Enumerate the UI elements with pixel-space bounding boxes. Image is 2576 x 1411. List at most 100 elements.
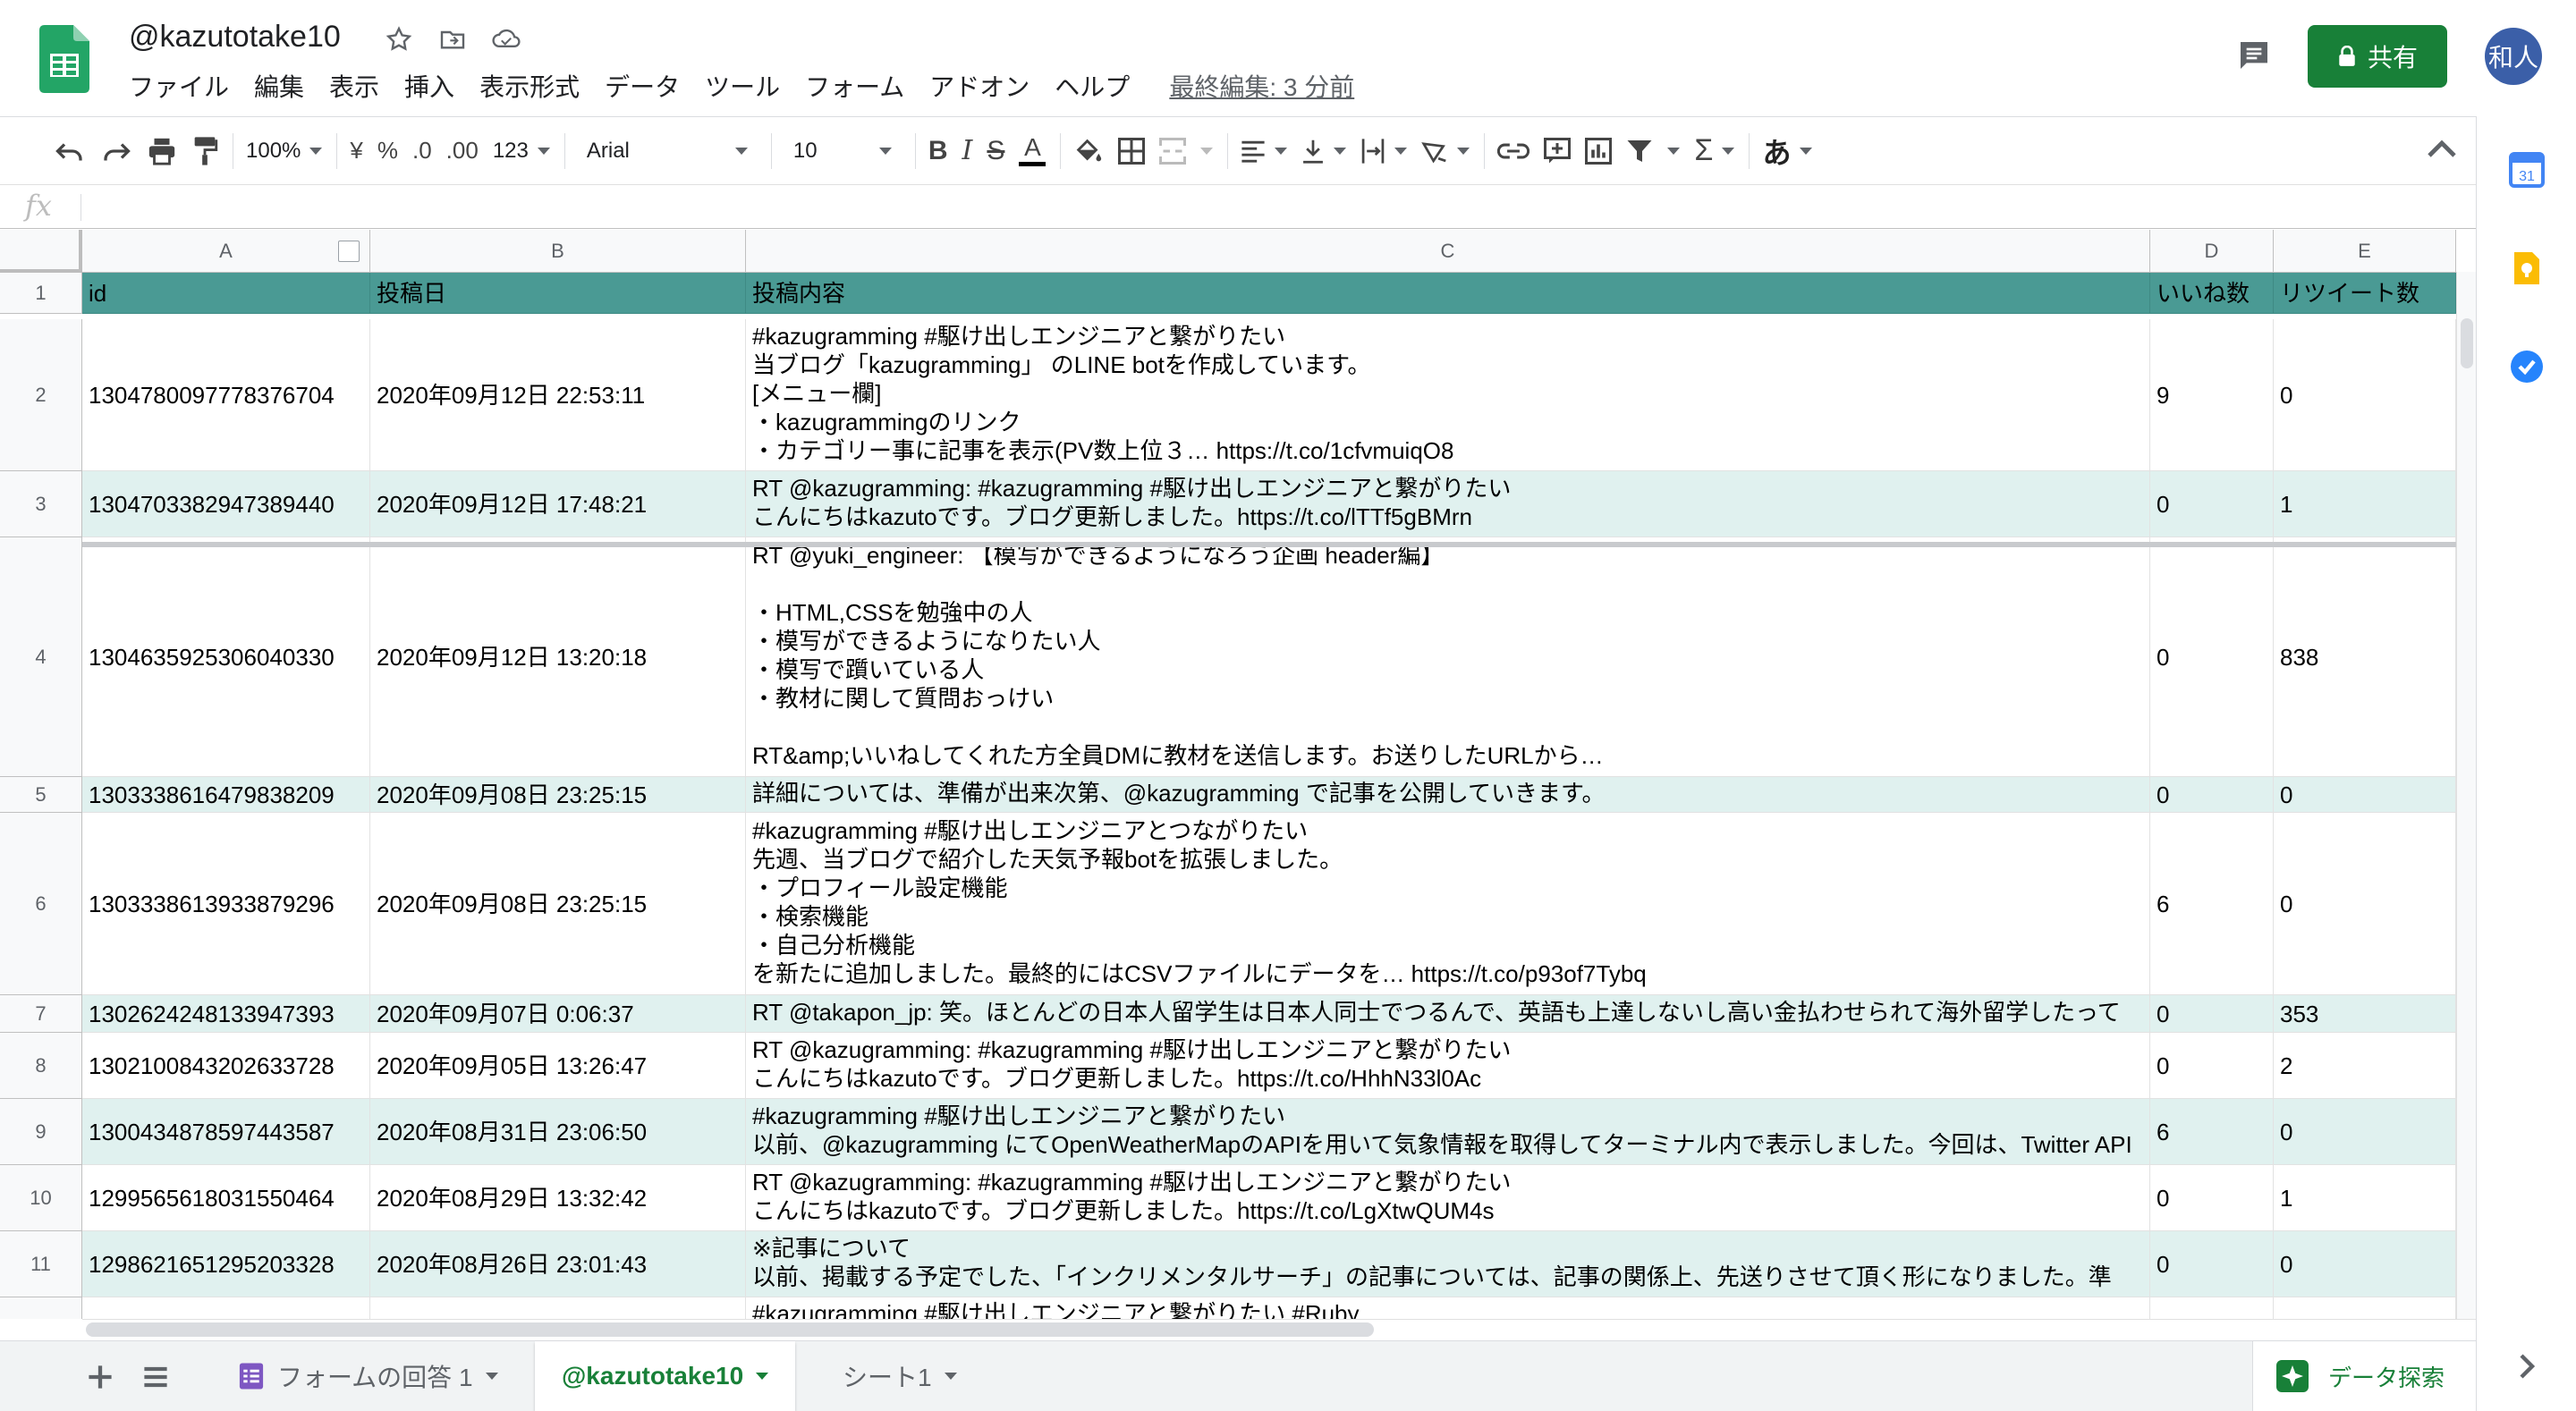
move-folder-icon[interactable] bbox=[435, 21, 470, 57]
menu-form[interactable]: フォーム bbox=[792, 70, 917, 106]
font-size-select[interactable]: 10 bbox=[784, 126, 901, 176]
vertical-align-icon[interactable] bbox=[1301, 126, 1347, 176]
currency-format-button[interactable]: ¥ bbox=[350, 126, 362, 176]
cell-id[interactable]: 1302100843202633728 bbox=[82, 1033, 370, 1099]
cell-likes[interactable]: 0 bbox=[2150, 777, 2274, 813]
formula-input[interactable] bbox=[89, 190, 2415, 224]
share-button[interactable]: 共有 bbox=[2308, 25, 2447, 88]
cell-post-date[interactable]: 2020年09月12日 13:20:18 bbox=[370, 537, 746, 777]
cell-post-content[interactable]: ※記事について 以前、掲載する予定でした、「インクリメンタルサーチ」の記事につい… bbox=[746, 1231, 2150, 1297]
zoom-select[interactable]: 100% bbox=[246, 126, 323, 176]
column-header-d[interactable]: D bbox=[2150, 230, 2274, 273]
cell-post-content[interactable]: #kazugramming #駆け出しエンジニアと繋がりたい 当ブログ「kazu… bbox=[746, 319, 2150, 471]
cell-id[interactable]: 1302624248133947393 bbox=[82, 995, 370, 1033]
cell-post-content[interactable]: 詳細については、準備が出来次第、@kazugramming で記事を公開していき… bbox=[746, 777, 2150, 813]
explore-button[interactable]: データ探索 bbox=[2252, 1341, 2476, 1411]
horizontal-scroll-thumb[interactable] bbox=[86, 1322, 1374, 1337]
cell-retweets[interactable] bbox=[2274, 1297, 2456, 1319]
cell-post-date[interactable]: 2020年09月05日 13:26:47 bbox=[370, 1033, 746, 1099]
add-sheet-icon[interactable] bbox=[84, 1361, 116, 1393]
italic-button[interactable]: I bbox=[962, 126, 973, 176]
cell-retweets[interactable]: 0 bbox=[2274, 1231, 2456, 1297]
cell-retweets[interactable]: 353 bbox=[2274, 995, 2456, 1033]
cell-id[interactable] bbox=[82, 1297, 370, 1319]
frozen-row-divider[interactable] bbox=[82, 542, 2456, 547]
merge-dropdown[interactable] bbox=[1200, 126, 1214, 176]
horizontal-align-icon[interactable] bbox=[1241, 126, 1288, 176]
cell-retweets[interactable]: 0 bbox=[2274, 777, 2456, 813]
cell-retweets[interactable]: 1 bbox=[2274, 1165, 2456, 1231]
text-rotate-icon[interactable] bbox=[1421, 126, 1470, 176]
menu-insert[interactable]: 挿入 bbox=[392, 70, 467, 106]
increase-decimal-button[interactable]: .00 bbox=[446, 126, 479, 176]
decrease-decimal-button[interactable]: .0 bbox=[412, 126, 432, 176]
row-header[interactable]: 7 bbox=[0, 995, 82, 1033]
cell-retweets[interactable]: 2 bbox=[2274, 1033, 2456, 1099]
row-header[interactable]: 6 bbox=[0, 813, 82, 995]
cell-post-date[interactable]: 2020年09月08日 23:25:15 bbox=[370, 813, 746, 995]
column-filter-button[interactable] bbox=[338, 241, 360, 262]
keep-icon[interactable] bbox=[2509, 250, 2545, 286]
cell-post-content[interactable]: RT @takapon_jp: 笑。ほとんどの日本人留学生は日本人同士でつるんで… bbox=[746, 995, 2150, 1033]
cell-id[interactable]: 1304635925306040330 bbox=[82, 537, 370, 777]
cell-post-date[interactable]: 2020年08月31日 23:06:50 bbox=[370, 1099, 746, 1165]
menu-addons[interactable]: アドオン bbox=[917, 70, 1042, 106]
cell-post-date[interactable]: 2020年09月12日 22:53:11 bbox=[370, 319, 746, 471]
insert-chart-icon[interactable] bbox=[1585, 126, 1613, 176]
menu-file[interactable]: ファイル bbox=[116, 70, 242, 106]
menu-view[interactable]: 表示 bbox=[317, 70, 392, 106]
cell-likes[interactable]: 0 bbox=[2150, 1165, 2274, 1231]
column-header-a[interactable]: A bbox=[82, 230, 370, 273]
row-header[interactable]: 8 bbox=[0, 1033, 82, 1099]
header-cell-likes[interactable]: いいね数 bbox=[2150, 273, 2274, 314]
cell-post-date[interactable]: 2020年08月26日 23:01:43 bbox=[370, 1231, 746, 1297]
avatar[interactable]: 和人 bbox=[2485, 28, 2542, 85]
row-header[interactable]: 10 bbox=[0, 1165, 82, 1231]
fill-color-icon[interactable] bbox=[1073, 126, 1104, 176]
insert-comment-icon[interactable] bbox=[1544, 126, 1572, 176]
cell-likes[interactable]: 0 bbox=[2150, 537, 2274, 777]
tasks-icon[interactable] bbox=[2509, 349, 2545, 384]
row-header[interactable]: 3 bbox=[0, 471, 82, 537]
cell-post-content[interactable]: RT @kazugramming: #kazugramming #駆け出しエンジ… bbox=[746, 1165, 2150, 1231]
cell-retweets[interactable]: 1 bbox=[2274, 471, 2456, 537]
calendar-icon[interactable]: 31 bbox=[2509, 152, 2545, 188]
merge-cells-icon[interactable] bbox=[1159, 126, 1187, 176]
menu-tools[interactable]: ツール bbox=[692, 70, 792, 106]
row-header[interactable]: 9 bbox=[0, 1099, 82, 1165]
bold-button[interactable]: B bbox=[928, 126, 948, 176]
cell-likes[interactable]: 0 bbox=[2150, 471, 2274, 537]
print-icon[interactable] bbox=[147, 126, 177, 176]
cell-id[interactable]: 1300434878597443587 bbox=[82, 1099, 370, 1165]
cell-retweets[interactable]: 0 bbox=[2274, 319, 2456, 471]
cell-post-date[interactable]: 2020年09月12日 17:48:21 bbox=[370, 471, 746, 537]
filter-icon[interactable] bbox=[1626, 126, 1653, 176]
sheet-tab-form-responses[interactable]: フォームの回答 1 bbox=[211, 1341, 525, 1411]
star-icon[interactable] bbox=[381, 21, 417, 57]
cell-post-content[interactable]: #kazugramming #駆け出しエンジニアとつながりたい 先週、当ブログで… bbox=[746, 813, 2150, 995]
cell-likes[interactable]: 6 bbox=[2150, 1099, 2274, 1165]
cell-likes[interactable]: 9 bbox=[2150, 319, 2274, 471]
cell-id[interactable]: 1298621651295203328 bbox=[82, 1231, 370, 1297]
row-header[interactable]: 1 bbox=[0, 273, 82, 314]
cell-retweets[interactable]: 838 bbox=[2274, 537, 2456, 777]
percent-format-button[interactable]: % bbox=[377, 126, 398, 176]
cell-id[interactable]: 1304703382947389440 bbox=[82, 471, 370, 537]
row-header[interactable]: 11 bbox=[0, 1231, 82, 1297]
undo-icon[interactable] bbox=[54, 126, 86, 176]
cell-likes[interactable] bbox=[2150, 1297, 2274, 1319]
cloud-status-icon[interactable] bbox=[488, 21, 524, 57]
text-color-button[interactable]: A bbox=[1019, 126, 1046, 176]
row-header[interactable]: 2 bbox=[0, 319, 82, 471]
collapse-toolbar-icon[interactable] bbox=[2424, 132, 2460, 168]
text-wrap-icon[interactable] bbox=[1360, 126, 1408, 176]
input-tools-select[interactable]: あ bbox=[1762, 126, 1813, 176]
borders-icon[interactable] bbox=[1118, 126, 1146, 176]
redo-icon[interactable] bbox=[100, 126, 132, 176]
cell-retweets[interactable]: 0 bbox=[2274, 1099, 2456, 1165]
cell-id[interactable]: 1303338613933879296 bbox=[82, 813, 370, 995]
cell-post-date[interactable]: 2020年09月07日 0:06:37 bbox=[370, 995, 746, 1033]
header-cell-content[interactable]: 投稿内容 bbox=[746, 273, 2150, 314]
column-header-c[interactable]: C bbox=[746, 230, 2150, 273]
all-sheets-icon[interactable] bbox=[140, 1361, 172, 1393]
